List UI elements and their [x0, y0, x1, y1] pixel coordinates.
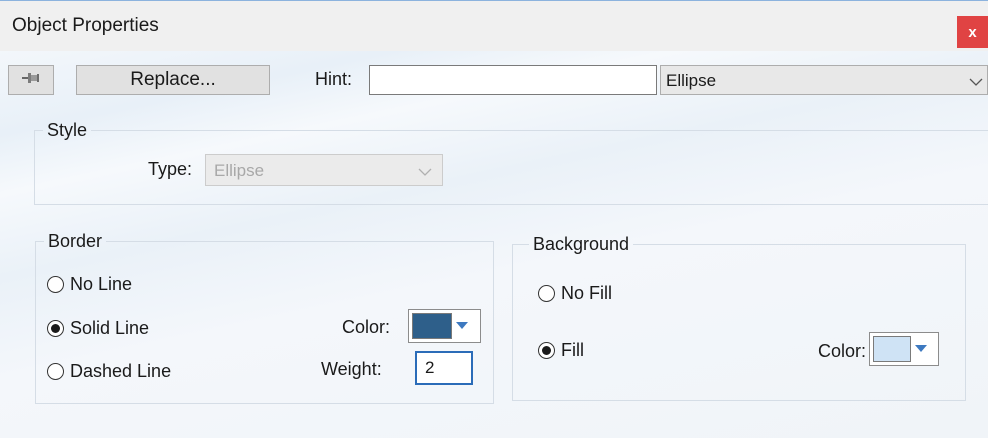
background-group: Background [512, 234, 966, 401]
radio-circle [538, 285, 555, 302]
pushpin-icon [21, 71, 41, 90]
replace-button[interactable]: Replace... [76, 65, 270, 95]
style-legend: Style [47, 120, 88, 140]
weight-input[interactable]: 2 [415, 351, 473, 385]
background-color-picker[interactable] [869, 332, 939, 366]
radio-circle [47, 276, 64, 293]
radio-no-fill[interactable]: No Fill [538, 283, 612, 304]
hint-label: Hint: [315, 69, 353, 89]
color-swatch [873, 336, 911, 362]
radio-label: Dashed Line [70, 361, 172, 381]
hint-input[interactable] [369, 65, 657, 95]
type-select: Ellipse [205, 154, 443, 186]
border-legend: Border [48, 231, 103, 251]
radio-dashed-line[interactable]: Dashed Line [47, 361, 171, 382]
background-legend: Background [533, 234, 630, 254]
chevron-down-icon [418, 164, 432, 182]
type-label: Type: [148, 159, 193, 179]
color-swatch [412, 313, 452, 339]
close-icon: x [968, 23, 977, 41]
radio-circle [538, 342, 555, 359]
radio-no-line[interactable]: No Line [47, 274, 132, 295]
dropdown-arrow-icon [455, 317, 469, 335]
radio-circle [47, 363, 64, 380]
border-color-picker[interactable] [408, 309, 481, 343]
border-color-label: Color: [342, 317, 391, 337]
background-color-label: Color: [818, 341, 867, 361]
shape-select[interactable]: Ellipse [660, 65, 988, 95]
type-select-value: Ellipse [214, 161, 265, 180]
dialog-content: Replace... Hint: Ellipse Style Type: Ell… [0, 51, 988, 438]
radio-solid-line[interactable]: Solid Line [47, 318, 149, 339]
dropdown-arrow-icon [914, 340, 928, 358]
pin-button[interactable] [8, 65, 54, 95]
weight-label: Weight: [321, 359, 382, 379]
shape-select-value: Ellipse [666, 71, 717, 90]
radio-label: No Line [70, 274, 133, 294]
radio-label: No Fill [561, 283, 613, 303]
close-button[interactable]: x [957, 16, 988, 48]
radio-label: Solid Line [70, 318, 150, 338]
radio-circle [47, 320, 64, 337]
window-title: Object Properties [12, 15, 159, 36]
title-bar[interactable]: Object Properties x [0, 1, 988, 51]
radio-label: Fill [561, 340, 584, 360]
chevron-down-icon [969, 74, 983, 92]
radio-fill[interactable]: Fill [538, 340, 584, 361]
radio-selected-dot [51, 324, 60, 333]
radio-selected-dot [542, 346, 551, 355]
